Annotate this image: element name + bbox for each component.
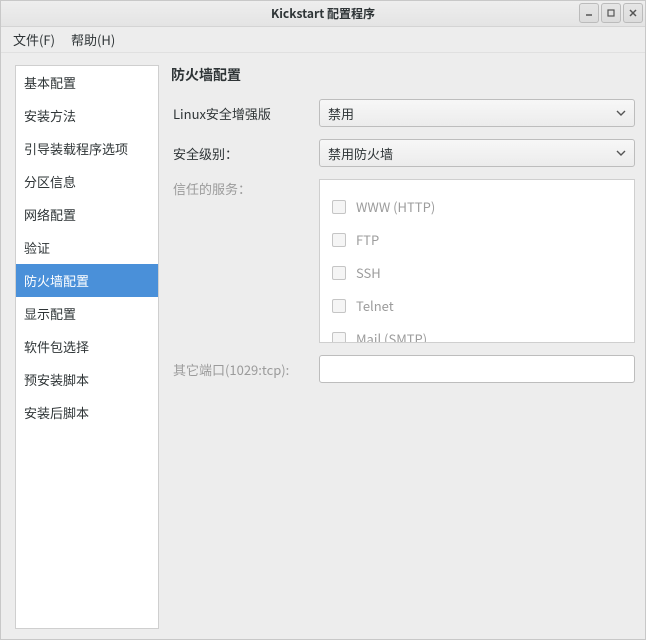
sidebar-item-network[interactable]: 网络配置: [16, 198, 158, 231]
body: 基本配置 安装方法 引导装载程序选项 分区信息 网络配置 验证 防火墙配置 显示…: [1, 53, 645, 639]
sidebar-item-auth[interactable]: 验证: [16, 231, 158, 264]
app-window: Kickstart 配置程序 文件(F) 帮助(H) 基本配置 安装方法 引导装…: [0, 0, 646, 640]
label-security-level: 安全级别：: [171, 144, 311, 163]
sidebar-item-bootloader[interactable]: 引导装载程序选项: [16, 132, 158, 165]
service-label: FTP: [356, 230, 379, 249]
service-item-ftp[interactable]: FTP: [332, 223, 622, 256]
menubar: 文件(F) 帮助(H): [1, 27, 645, 53]
select-security-level[interactable]: 禁用防火墙: [319, 139, 635, 167]
sidebar-item-install[interactable]: 安装方法: [16, 99, 158, 132]
titlebar: Kickstart 配置程序: [1, 1, 645, 27]
service-item-mail[interactable]: Mail (SMTP): [332, 322, 622, 343]
chevron-down-icon: [616, 108, 626, 118]
service-label: Mail (SMTP): [356, 329, 427, 343]
label-trusted-services: 信任的服务：: [171, 179, 311, 198]
close-button[interactable]: [623, 3, 643, 23]
chevron-down-icon: [616, 148, 626, 158]
label-selinux: Linux安全增强版: [171, 104, 311, 123]
sidebar: 基本配置 安装方法 引导装载程序选项 分区信息 网络配置 验证 防火墙配置 显示…: [15, 65, 159, 629]
sidebar-item-display[interactable]: 显示配置: [16, 297, 158, 330]
close-icon: [628, 8, 638, 18]
service-item-www[interactable]: WWW (HTTP): [332, 190, 622, 223]
other-ports-input[interactable]: [319, 355, 635, 383]
maximize-button[interactable]: [601, 3, 621, 23]
panel-title: 防火墙配置: [171, 65, 635, 85]
service-label: WWW (HTTP): [356, 197, 435, 216]
minimize-button[interactable]: [579, 3, 599, 23]
select-security-level-value: 禁用防火墙: [328, 144, 393, 163]
sidebar-item-prescript[interactable]: 预安装脚本: [16, 363, 158, 396]
select-selinux-value: 禁用: [328, 104, 354, 123]
row-trusted-services: 信任的服务： WWW (HTTP) FTP SSH: [171, 179, 635, 343]
window-controls: [579, 3, 643, 23]
checkbox-icon: [332, 332, 346, 344]
row-selinux: Linux安全增强版 禁用: [171, 99, 635, 127]
maximize-icon: [606, 8, 616, 18]
label-other-ports: 其它端口(1029:tcp):: [171, 360, 311, 379]
sidebar-item-partition[interactable]: 分区信息: [16, 165, 158, 198]
service-item-ssh[interactable]: SSH: [332, 256, 622, 289]
menu-file[interactable]: 文件(F): [7, 27, 61, 52]
service-item-telnet[interactable]: Telnet: [332, 289, 622, 322]
service-label: Telnet: [356, 296, 394, 315]
checkbox-icon: [332, 266, 346, 280]
menu-help[interactable]: 帮助(H): [65, 27, 121, 52]
content: 防火墙配置 Linux安全增强版 禁用 安全级别： 禁用防火墙: [171, 65, 635, 629]
checkbox-icon: [332, 200, 346, 214]
select-selinux[interactable]: 禁用: [319, 99, 635, 127]
sidebar-item-postscript[interactable]: 安装后脚本: [16, 396, 158, 429]
service-label: SSH: [356, 263, 381, 282]
sidebar-item-firewall[interactable]: 防火墙配置: [16, 264, 158, 297]
trusted-services-box: WWW (HTTP) FTP SSH Telnet: [319, 179, 635, 343]
minimize-icon: [584, 8, 594, 18]
sidebar-item-basic[interactable]: 基本配置: [16, 66, 158, 99]
checkbox-icon: [332, 299, 346, 313]
checkbox-icon: [332, 233, 346, 247]
row-security-level: 安全级别： 禁用防火墙: [171, 139, 635, 167]
sidebar-item-packages[interactable]: 软件包选择: [16, 330, 158, 363]
window-title: Kickstart 配置程序: [1, 5, 645, 22]
row-other-ports: 其它端口(1029:tcp):: [171, 355, 635, 383]
